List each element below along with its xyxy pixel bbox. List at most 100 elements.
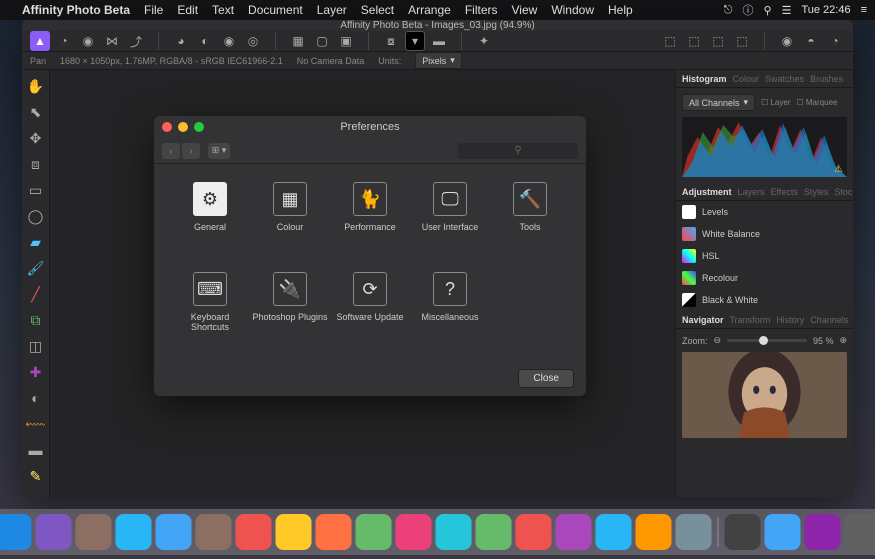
mask-icon[interactable]: ▬ (429, 31, 449, 51)
menu-select[interactable]: Select (361, 3, 394, 17)
swatch-icon[interactable]: ▾ (405, 31, 425, 51)
hue-icon[interactable]: ◉ (219, 31, 239, 51)
dock-appstore-icon[interactable] (595, 514, 631, 550)
persona-export-icon[interactable]: ⤴ (126, 31, 146, 51)
control-center-icon[interactable]: ☰ (782, 4, 792, 17)
menu-layer[interactable]: Layer (317, 3, 347, 17)
zoom-in-button[interactable]: ⊕ (839, 335, 847, 346)
tab-stock[interactable]: Stock (834, 187, 853, 197)
crop-tool-icon[interactable]: ⧈ (26, 154, 46, 174)
pointer-tool-icon[interactable]: ⬉ (26, 102, 46, 122)
persona-photo-icon[interactable]: ▲ (30, 31, 50, 51)
adjustment-item[interactable]: Recolour (676, 267, 853, 289)
arrange-front-icon[interactable]: ⬚ (732, 31, 752, 51)
menu-text[interactable]: Text (212, 3, 234, 17)
tab-channels[interactable]: Channels (810, 315, 848, 325)
pref-item-miscellaneous[interactable]: ?Miscellaneous (412, 272, 488, 352)
adjustment-item[interactable]: Black & White (676, 289, 853, 311)
flood-tool-icon[interactable]: ▰ (26, 232, 46, 252)
zoom-out-button[interactable]: ⊖ (714, 335, 722, 346)
prefs-close-button[interactable]: Close (518, 369, 574, 388)
tab-colour[interactable]: Colour (733, 74, 760, 84)
dock-finder-icon[interactable] (0, 514, 31, 550)
menu-help[interactable]: Help (608, 3, 633, 17)
marquee-tool-icon[interactable]: ▭ (26, 180, 46, 200)
menu-window[interactable]: Window (551, 3, 594, 17)
pref-item-photoshop-plugins[interactable]: 🔌Photoshop Plugins (252, 272, 328, 352)
menu-edit[interactable]: Edit (177, 3, 198, 17)
tab-effects[interactable]: Effects (771, 187, 798, 197)
info-icon[interactable]: ⓘ (743, 2, 754, 18)
quick-mask-icon[interactable]: ✦ (474, 31, 494, 51)
clock[interactable]: Tue 22:46 (801, 4, 850, 16)
units-dropdown[interactable]: Pixels ▾ (415, 52, 462, 69)
dock-calendar-icon[interactable] (235, 514, 271, 550)
dock-numbers-icon[interactable] (635, 514, 671, 550)
histogram-channel-dropdown[interactable]: All Channels ▾ (682, 94, 755, 111)
color-wheel-icon[interactable]: ◕ (171, 31, 191, 51)
arrange-backward-icon[interactable]: ⬚ (684, 31, 704, 51)
move-tool-icon[interactable]: ✥ (26, 128, 46, 148)
arrange-forward-icon[interactable]: ⬚ (708, 31, 728, 51)
dock-news-icon[interactable] (515, 514, 551, 550)
dodge-tool-icon[interactable]: ◐ (26, 388, 46, 408)
pref-item-general[interactable]: ⚙General (172, 182, 248, 262)
tab-brushes[interactable]: Brushes (810, 74, 843, 84)
dock-safari-icon[interactable] (115, 514, 151, 550)
hand-tool-icon[interactable]: ✋ (26, 76, 46, 96)
prefs-back-button[interactable]: ‹ (162, 143, 180, 159)
prefs-view-toggle[interactable]: ⊞ ▾ (208, 143, 230, 159)
invert-select-icon[interactable]: ▣ (336, 31, 356, 51)
menu-document[interactable]: Document (248, 3, 303, 17)
contrast-icon[interactable]: ◐ (195, 31, 215, 51)
dock-facetime-icon[interactable] (475, 514, 511, 550)
dock-photos-icon[interactable] (395, 514, 431, 550)
persona-develop-icon[interactable]: ◉ (78, 31, 98, 51)
tab-navigator[interactable]: Navigator (682, 315, 724, 325)
lasso-tool-icon[interactable]: ◯ (26, 206, 46, 226)
tab-adjustment[interactable]: Adjustment (682, 187, 732, 197)
adjustment-item[interactable]: White Balance (676, 223, 853, 245)
tab-transform[interactable]: Transform (730, 315, 771, 325)
pref-item-performance[interactable]: 🐈Performance (332, 182, 408, 262)
adjustment-item[interactable]: Levels (676, 201, 853, 223)
notification-center-icon[interactable]: ≡ (861, 4, 867, 16)
window-close-button[interactable] (162, 122, 172, 132)
dock-maps-icon[interactable] (355, 514, 391, 550)
prefs-forward-button[interactable]: › (182, 143, 200, 159)
pen-tool-icon[interactable]: ✎ (26, 466, 46, 486)
adjustment-item[interactable]: HSL (676, 245, 853, 267)
crop-tool-icon[interactable]: ⧇ (381, 31, 401, 51)
dock-terminal-icon[interactable] (724, 514, 760, 550)
window-minimize-button[interactable] (178, 122, 188, 132)
zoom-slider[interactable] (727, 339, 807, 342)
pref-item-software-update[interactable]: ⟳Software Update (332, 272, 408, 352)
tab-history[interactable]: History (776, 315, 804, 325)
window-zoom-button[interactable] (194, 122, 204, 132)
paint-tool-icon[interactable]: ╱ (26, 284, 46, 304)
navigator-preview[interactable] (682, 352, 847, 438)
dock-settings-icon[interactable] (675, 514, 711, 550)
preferences-icon[interactable]: ◔ (825, 31, 845, 51)
snap-icon[interactable]: ◉ (777, 31, 797, 51)
deselect-icon[interactable]: ▢ (312, 31, 332, 51)
dock-downloads-icon[interactable] (764, 514, 800, 550)
pref-item-user-interface[interactable]: 🖵User Interface (412, 182, 488, 262)
assistant-icon[interactable]: ◓ (801, 31, 821, 51)
tab-layers[interactable]: Layers (738, 187, 765, 197)
clone-tool-icon[interactable]: ⧉ (26, 310, 46, 330)
adjust-icon[interactable]: ◎ (243, 31, 263, 51)
arrange-back-icon[interactable]: ⬚ (660, 31, 680, 51)
share-icon[interactable]: ⎋ (724, 4, 733, 17)
pref-item-tools[interactable]: 🔨Tools (492, 182, 568, 262)
dock-itunes-icon[interactable] (555, 514, 591, 550)
persona-liquify-icon[interactable]: ◔ (54, 31, 74, 51)
shape-tool-icon[interactable]: ▢ (26, 492, 46, 497)
prefs-search-input[interactable]: ⚲ (458, 143, 578, 159)
select-all-icon[interactable]: ▦ (288, 31, 308, 51)
menu-arrange[interactable]: Arrange (408, 3, 451, 17)
app-menu[interactable]: Affinity Photo Beta (22, 3, 130, 17)
dock-affinity-icon[interactable] (804, 514, 840, 550)
smudge-tool-icon[interactable]: ⬳ (26, 414, 46, 434)
heal-tool-icon[interactable]: ✚ (26, 362, 46, 382)
